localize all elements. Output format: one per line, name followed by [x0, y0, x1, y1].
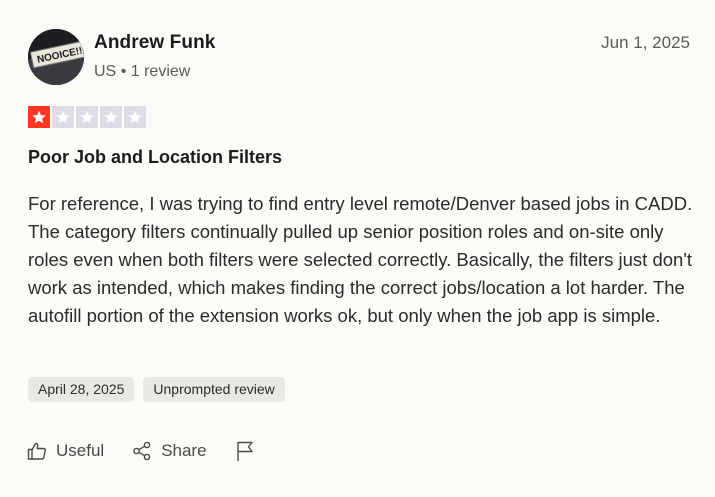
- star-icon: [124, 106, 146, 128]
- unprompted-review-tag[interactable]: Unprompted review: [143, 377, 285, 402]
- star-icon: [28, 106, 50, 128]
- useful-label: Useful: [56, 441, 105, 460]
- report-flag-button[interactable]: [235, 440, 255, 462]
- review-actions: Useful Share: [27, 440, 283, 462]
- review-title[interactable]: Poor Job and Location Filters: [28, 147, 282, 168]
- flag-icon: [235, 440, 255, 462]
- reviewer-country: US: [94, 63, 117, 80]
- meta-separator: •: [120, 63, 127, 80]
- star-rating: [28, 106, 146, 128]
- share-icon: [132, 441, 152, 461]
- review-tags: April 28, 2025 Unprompted review: [28, 377, 285, 402]
- share-button[interactable]: Share: [132, 441, 207, 461]
- review-date: Jun 1, 2025: [601, 33, 690, 52]
- star-icon: [52, 106, 74, 128]
- reviewer-review-count: 1 review: [130, 63, 191, 80]
- reviewer-name[interactable]: Andrew Funk: [94, 32, 215, 54]
- avatar: NOOICE!!: [28, 29, 84, 85]
- thumbs-up-icon: [27, 441, 47, 461]
- review-body: For reference, I was trying to find entr…: [28, 193, 693, 326]
- reviewer-meta: US • 1 review: [94, 63, 190, 81]
- experience-date-tag: April 28, 2025: [28, 377, 135, 402]
- star-icon: [100, 106, 122, 128]
- useful-button[interactable]: Useful: [27, 441, 104, 461]
- share-label: Share: [161, 441, 207, 460]
- star-icon: [76, 106, 98, 128]
